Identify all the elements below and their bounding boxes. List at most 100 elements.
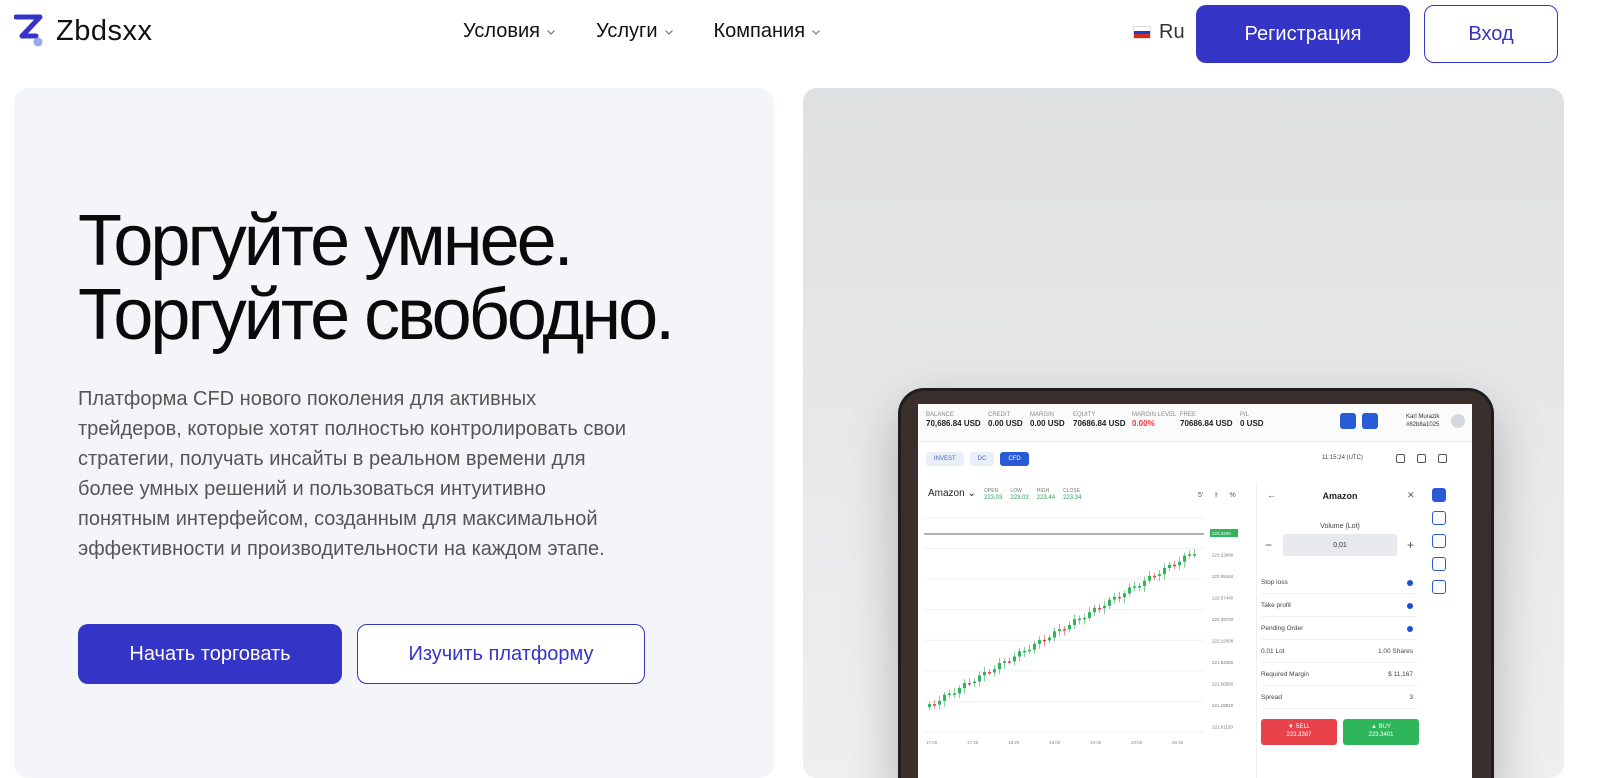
- order-panel: ← Amazon ✕ Volume (Lot) − + Stop loss Ta…: [1256, 482, 1422, 778]
- candle-body: [1008, 661, 1011, 663]
- start-trading-button[interactable]: Начать торговать: [78, 624, 342, 684]
- candle-body: [953, 693, 956, 695]
- candle-body: [1103, 605, 1106, 609]
- candle-body: [958, 688, 961, 694]
- candle-body: [1148, 575, 1151, 581]
- stat-equity: EQUITY 70686.84 USD: [1073, 412, 1126, 428]
- lot-size-row: 0.01 Lot 1.00 Shares: [1261, 641, 1417, 663]
- minus-icon[interactable]: −: [1265, 538, 1272, 552]
- candle-body: [1073, 619, 1076, 625]
- tab-invest[interactable]: INVEST: [926, 452, 964, 466]
- layout-icon[interactable]: [1396, 454, 1405, 463]
- close-icon[interactable]: ✕: [1407, 490, 1415, 501]
- tab-cfd[interactable]: CFD: [1000, 452, 1029, 466]
- hero-description: Платформа CFD нового поколения для актив…: [78, 388, 627, 560]
- candle-body: [1193, 554, 1196, 556]
- candle-body: [1018, 651, 1021, 657]
- time-axis-label: 19:00: [1049, 740, 1061, 745]
- explore-platform-button[interactable]: Изучить платформу: [357, 624, 645, 684]
- chevron-down-icon: [812, 29, 820, 35]
- stat-free: FREE 70686.84 USD: [1180, 412, 1233, 428]
- chart-icon[interactable]: [1432, 511, 1446, 525]
- required-margin-row: Required Margin $ 11,167: [1261, 664, 1417, 686]
- nav-item-label: Услуги: [596, 20, 658, 42]
- time-axis-label: 20:00: [1131, 740, 1143, 745]
- candle-body: [1033, 643, 1036, 650]
- calendar-icon[interactable]: [1432, 580, 1446, 594]
- stat-margin-level: MARGIN LEVEL 0.00%: [1132, 412, 1177, 428]
- user-info[interactable]: Karl Murazik #82b8a1025: [1406, 413, 1439, 429]
- deposit-icon[interactable]: [1340, 413, 1356, 429]
- candle-body: [938, 700, 941, 705]
- candle-body: [948, 693, 951, 696]
- candle-body: [1178, 561, 1181, 566]
- candle-body: [943, 694, 946, 701]
- candle-body: [1143, 580, 1146, 587]
- signals-icon[interactable]: [1432, 534, 1446, 548]
- toggle-icon: [1407, 579, 1413, 586]
- stop-loss-toggle[interactable]: Stop loss: [1261, 572, 1417, 594]
- volume-input[interactable]: [1283, 534, 1397, 556]
- market-tabs: INVEST DC CFD: [926, 452, 1029, 466]
- time-axis-label: 19:35: [1090, 740, 1102, 745]
- nav-item-company[interactable]: Компания: [714, 20, 822, 43]
- price-axis-label: 222.95160: [1212, 574, 1234, 579]
- plus-icon[interactable]: +: [1407, 538, 1414, 552]
- candle-body: [1108, 599, 1111, 606]
- candle-body: [1053, 631, 1056, 638]
- account-stats-bar: BALANCE 70,686.84 USD CREDIT 0.00 USD MARG…: [918, 404, 1472, 442]
- candle-body: [1133, 586, 1136, 588]
- register-button[interactable]: Регистрация: [1196, 5, 1410, 63]
- spread-row: Spread 3: [1261, 687, 1417, 709]
- toggle-icon: [1407, 602, 1413, 609]
- logo-mark-icon: [14, 14, 43, 47]
- candle-body: [1118, 596, 1121, 599]
- candlestick-chart: 223.3400 223.22880 222.95160 222.67440 222.3…: [924, 517, 1238, 745]
- candle-body: [1173, 564, 1176, 567]
- candle-body: [1158, 574, 1161, 576]
- price-axis-label: 221.01120: [1212, 725, 1233, 730]
- login-button[interactable]: Вход: [1424, 5, 1558, 63]
- language-selector[interactable]: Ru: [1133, 21, 1185, 44]
- russian-flag-icon: [1133, 26, 1151, 39]
- candle-body: [998, 662, 1001, 670]
- time-axis-label: 18:25: [1008, 740, 1020, 745]
- pending-order-toggle[interactable]: Pending Order: [1261, 618, 1417, 640]
- wallet-icon[interactable]: [1362, 413, 1378, 429]
- time-axis-label: 17:35: [967, 740, 979, 745]
- candle-body: [1013, 656, 1016, 662]
- candle-body: [1078, 618, 1081, 621]
- hero-image-card: BALANCE 70,686.84 USD CREDIT 0.00 USD MARG…: [803, 88, 1564, 778]
- sell-button[interactable]: ▼ SELL 223.3387: [1261, 719, 1337, 745]
- server-time: 11:15:24 (UTC): [1322, 455, 1363, 461]
- avatar[interactable]: [1451, 414, 1465, 428]
- hero-text-card: Торгуйте умнее. Торгуйте свободно. Платф…: [14, 88, 774, 778]
- trade-icon[interactable]: [1432, 488, 1446, 502]
- order-panel-title: Amazon: [1322, 491, 1358, 501]
- fullscreen-icon[interactable]: [1438, 454, 1447, 463]
- candle-body: [1128, 587, 1131, 594]
- candle-body: [1153, 575, 1156, 578]
- nav-item-conditions[interactable]: Условия: [463, 20, 556, 43]
- candle-body: [1088, 612, 1091, 618]
- nav-item-label: Условия: [463, 20, 541, 42]
- chevron-down-icon: [664, 29, 673, 35]
- take-profit-toggle[interactable]: Take profit: [1261, 595, 1417, 617]
- hero-headline: Торгуйте умнее. Торгуйте свободно.: [78, 204, 675, 355]
- candle-body: [1058, 629, 1061, 632]
- candle-body: [988, 671, 991, 674]
- candle-body: [1038, 639, 1041, 644]
- export-icon[interactable]: [1417, 454, 1426, 463]
- chat-icon[interactable]: [1432, 557, 1446, 571]
- language-label: Ru: [1159, 21, 1185, 43]
- tab-dc[interactable]: DC: [969, 452, 995, 466]
- stat-balance: BALANCE 70,686.84 USD: [926, 412, 981, 428]
- nav-item-services[interactable]: Услуги: [596, 20, 674, 43]
- buy-button[interactable]: ▲ BUY 223.3401: [1343, 719, 1419, 745]
- brand-name: Zbdsxx: [56, 14, 153, 47]
- headline-line-2: Торгуйте свободно.: [78, 275, 675, 355]
- candle-body: [928, 704, 931, 707]
- brand-logo[interactable]: Zbdsxx: [14, 14, 152, 48]
- price-chart[interactable]: Amazon ⌄ OPEN 223.03 LOW 223.03 HIGH 223.44…: [922, 482, 1252, 778]
- right-sidebar: [1432, 488, 1446, 594]
